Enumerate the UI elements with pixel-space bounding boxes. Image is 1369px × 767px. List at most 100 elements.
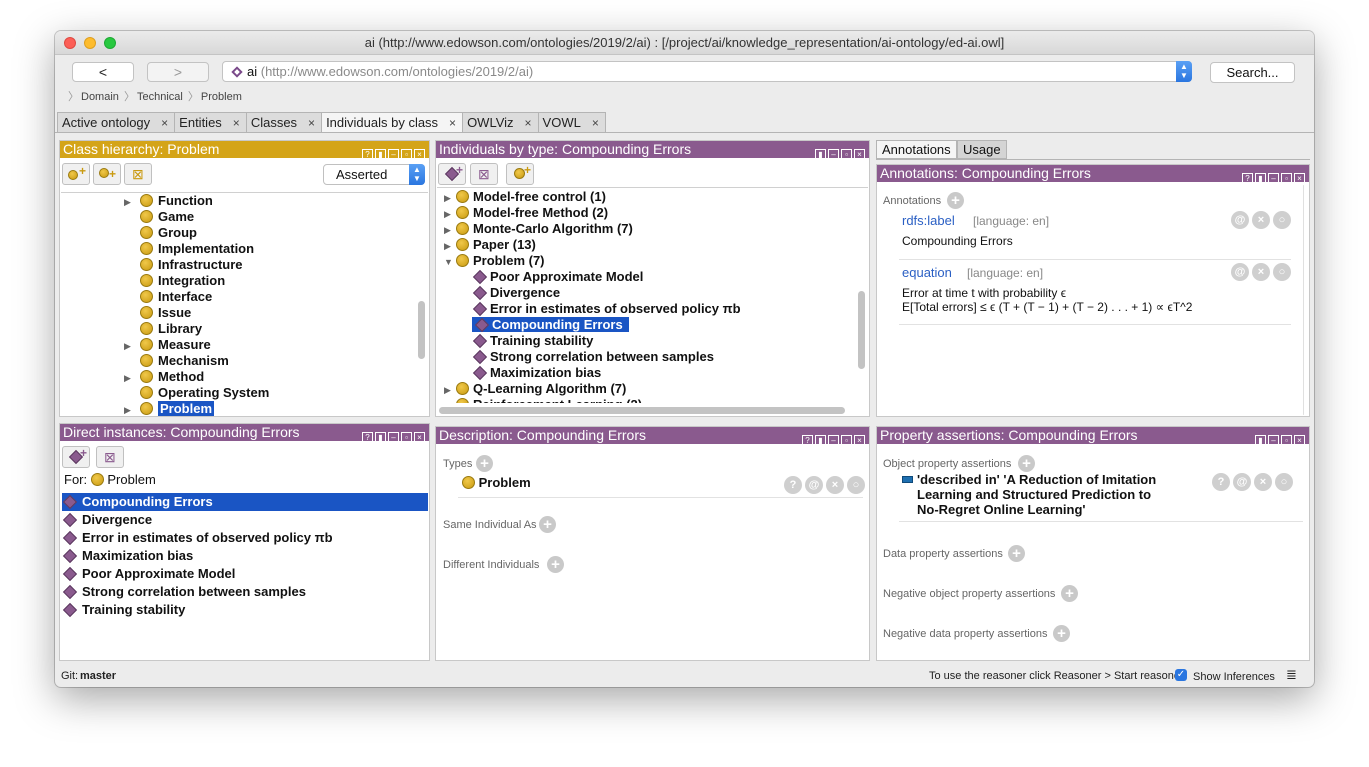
help-icon[interactable]: ? bbox=[362, 432, 373, 443]
maximize-icon[interactable]: ▫ bbox=[841, 149, 852, 160]
close-tab-icon[interactable]: × bbox=[161, 113, 168, 133]
ontology-address-combo[interactable]: ai (http://www.edowson.com/ontologies/20… bbox=[222, 61, 1192, 82]
annotate-icon[interactable]: @ bbox=[1231, 263, 1249, 281]
type-tree-node[interactable]: ▶ Monte-Carlo Algorithm (7) bbox=[444, 221, 854, 237]
hierarchy-mode-select[interactable]: Asserted ▲ ▼ bbox=[323, 164, 425, 185]
expand-arrow-icon[interactable]: ▶ bbox=[124, 370, 136, 386]
add-subclass-button[interactable]: + bbox=[62, 163, 90, 185]
collapse-arrow-icon[interactable]: ▼ bbox=[444, 254, 456, 270]
maximize-icon[interactable]: ▫ bbox=[841, 435, 852, 446]
add-type-button[interactable]: + bbox=[476, 455, 493, 472]
individual-tree-node[interactable]: Divergence bbox=[444, 285, 854, 301]
instance-list-item[interactable]: Strong correlation between samples bbox=[62, 583, 428, 601]
breadcrumb-item[interactable]: Domain bbox=[81, 91, 119, 103]
close-window-button[interactable] bbox=[64, 37, 76, 49]
tab-entities[interactable]: Entities × bbox=[174, 112, 247, 132]
individual-tree-node[interactable]: Training stability bbox=[444, 333, 854, 349]
tab-usage[interactable]: Usage bbox=[957, 140, 1007, 159]
pin-icon[interactable]: ▮ bbox=[815, 149, 826, 160]
pin-icon[interactable]: ▮ bbox=[375, 149, 386, 160]
class-tree-node[interactable]: ▶ Problem bbox=[124, 401, 414, 417]
class-tree-node[interactable]: Game bbox=[124, 209, 414, 225]
add-individual-button[interactable]: + bbox=[438, 163, 466, 185]
tab-owlviz[interactable]: OWLViz × bbox=[462, 112, 539, 132]
delete-icon[interactable]: × bbox=[1252, 211, 1270, 229]
minimize-icon[interactable]: – bbox=[828, 435, 839, 446]
individuals-vscrollbar[interactable] bbox=[858, 291, 865, 369]
add-object-property-button[interactable]: + bbox=[1018, 455, 1035, 472]
individual-tree-node[interactable]: Maximization bias bbox=[444, 365, 854, 381]
instance-list-item[interactable]: Divergence bbox=[62, 511, 428, 529]
individual-tree-node[interactable]: Error in estimates of observed policy πb bbox=[444, 301, 854, 317]
close-view-icon[interactable]: × bbox=[414, 432, 425, 443]
individual-tree-node[interactable]: Compounding Errors bbox=[444, 317, 854, 333]
type-name[interactable]: Problem bbox=[479, 475, 531, 490]
search-button[interactable]: Search... bbox=[1210, 62, 1295, 83]
minimize-icon[interactable]: – bbox=[1268, 173, 1279, 184]
expand-arrow-icon[interactable]: ▶ bbox=[124, 338, 136, 354]
forward-button[interactable]: > bbox=[147, 62, 209, 82]
class-tree-scrollbar[interactable] bbox=[418, 301, 425, 359]
maximize-icon[interactable]: ▫ bbox=[1281, 435, 1292, 446]
pin-icon[interactable]: ▮ bbox=[815, 435, 826, 446]
expand-arrow-icon[interactable]: ▶ bbox=[124, 402, 136, 418]
add-data-property-button[interactable]: + bbox=[1008, 545, 1025, 562]
minimize-window-button[interactable] bbox=[84, 37, 96, 49]
breadcrumb-item[interactable]: Problem bbox=[201, 91, 242, 103]
maximize-icon[interactable]: ▫ bbox=[401, 149, 412, 160]
annotation-property[interactable]: rdfs:label bbox=[902, 213, 955, 228]
list-menu-icon[interactable]: ≣ bbox=[1286, 667, 1297, 683]
close-tab-icon[interactable]: × bbox=[592, 113, 599, 133]
pin-icon[interactable]: ▮ bbox=[375, 432, 386, 443]
zoom-window-button[interactable] bbox=[104, 37, 116, 49]
close-tab-icon[interactable]: × bbox=[449, 113, 456, 133]
breadcrumb-item[interactable]: Technical bbox=[137, 91, 183, 103]
instance-list-item[interactable]: Training stability bbox=[62, 601, 428, 619]
close-tab-icon[interactable]: × bbox=[233, 113, 240, 133]
close-view-icon[interactable]: × bbox=[1294, 435, 1305, 446]
object-property-assertion[interactable]: 'described in' 'A Reduction of Imitation… bbox=[917, 472, 1156, 517]
minimize-icon[interactable]: – bbox=[388, 432, 399, 443]
class-tree-node[interactable]: Issue bbox=[124, 305, 414, 321]
add-same-individual-button[interactable]: + bbox=[539, 516, 556, 533]
pin-icon[interactable]: ▮ bbox=[1255, 173, 1266, 184]
edit-icon[interactable]: ○ bbox=[847, 476, 865, 494]
select-arrows-icon[interactable]: ▲ ▼ bbox=[409, 164, 425, 185]
annotate-icon[interactable]: @ bbox=[1233, 473, 1251, 491]
annotate-icon[interactable]: @ bbox=[1231, 211, 1249, 229]
delete-individual-button[interactable]: ⊠ bbox=[470, 163, 498, 185]
type-tree-node[interactable]: ▼ Problem (7) bbox=[444, 253, 854, 269]
class-tree-node[interactable]: Operating System bbox=[124, 385, 414, 401]
close-view-icon[interactable]: × bbox=[414, 149, 425, 160]
help-icon[interactable]: ? bbox=[1242, 173, 1253, 184]
type-tree-node[interactable]: ▶ Model-free Method (2) bbox=[444, 205, 854, 221]
add-instance-button[interactable]: + bbox=[62, 446, 90, 468]
class-tree-node[interactable]: Library bbox=[124, 321, 414, 337]
show-inferences-checkbox[interactable]: ✓ bbox=[1175, 669, 1187, 681]
close-view-icon[interactable]: × bbox=[1294, 173, 1305, 184]
expand-arrow-icon[interactable]: ▶ bbox=[444, 222, 456, 238]
instance-list-item[interactable]: Maximization bias bbox=[62, 547, 428, 565]
close-view-icon[interactable]: × bbox=[854, 149, 865, 160]
type-tree-node[interactable]: ▶ Paper (13) bbox=[444, 237, 854, 253]
individual-tree-node[interactable]: Strong correlation between samples bbox=[444, 349, 854, 365]
tab-vowl[interactable]: VOWL × bbox=[537, 112, 606, 133]
tab-annotations[interactable]: Annotations bbox=[876, 140, 957, 159]
class-tree-node[interactable]: ▶ Method bbox=[124, 369, 414, 385]
instance-list-item[interactable]: Compounding Errors bbox=[62, 493, 428, 511]
edit-icon[interactable]: ○ bbox=[1273, 263, 1291, 281]
class-tree-node[interactable]: Integration bbox=[124, 273, 414, 289]
add-annotation-button[interactable]: + bbox=[947, 192, 964, 209]
delete-icon[interactable]: × bbox=[1252, 263, 1270, 281]
add-class-assertion-button[interactable]: + bbox=[506, 163, 534, 185]
edit-icon[interactable]: ○ bbox=[1275, 473, 1293, 491]
minimize-icon[interactable]: – bbox=[388, 149, 399, 160]
expand-arrow-icon[interactable]: ▶ bbox=[444, 206, 456, 222]
type-tree-node[interactable]: ▶ Reinforcement Learning (2) bbox=[444, 397, 854, 403]
help-icon[interactable]: ? bbox=[784, 476, 802, 494]
close-tab-icon[interactable]: × bbox=[308, 113, 315, 133]
delete-instance-button[interactable]: ⊠ bbox=[96, 446, 124, 468]
delete-icon[interactable]: × bbox=[826, 476, 844, 494]
tab-individuals-by-class[interactable]: Individuals by class × bbox=[321, 112, 464, 133]
class-tree-node[interactable]: Implementation bbox=[124, 241, 414, 257]
